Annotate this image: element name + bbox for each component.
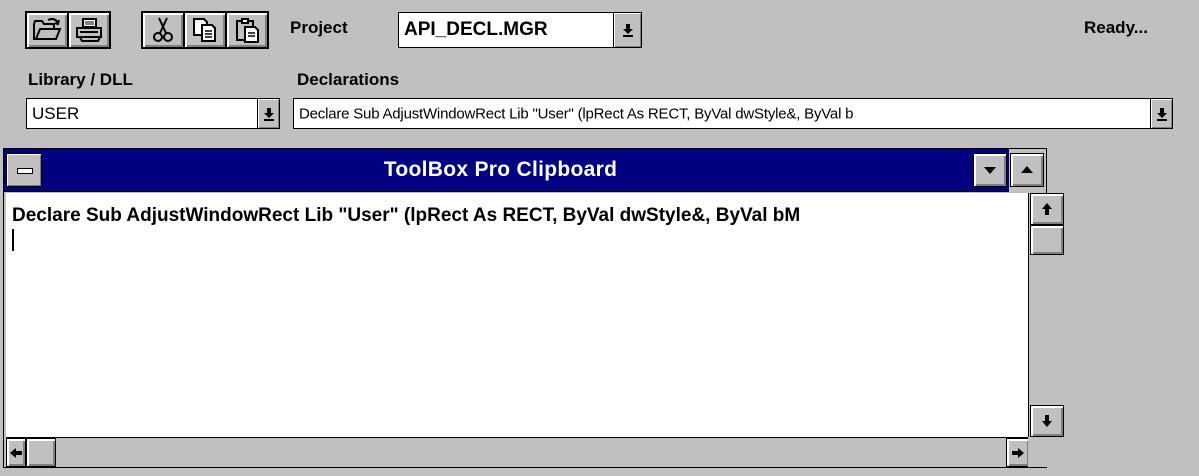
- print-icon: [76, 18, 102, 42]
- cut-button[interactable]: [141, 11, 185, 49]
- declarations-label: Declarations: [297, 70, 400, 89]
- declarations-dropdown-button[interactable]: [1150, 99, 1172, 128]
- open-button[interactable]: [25, 11, 69, 49]
- paste-icon: [236, 18, 259, 43]
- minimize-button[interactable]: [973, 153, 1007, 187]
- clipboard-text: Declare Sub AdjustWindowRect Lib "User" …: [12, 205, 801, 226]
- horizontal-scroll-thumb[interactable]: [26, 438, 56, 467]
- clipboard-window: ToolBox Pro Clipboard Declare Sub Adjust…: [3, 148, 1064, 468]
- maximize-button[interactable]: [1010, 153, 1044, 187]
- dropdown-arrow-icon: [622, 24, 633, 37]
- scrollbar-corner: [1028, 437, 1064, 467]
- scroll-left-button[interactable]: [6, 438, 26, 467]
- scroll-down-button[interactable]: [1030, 405, 1064, 437]
- project-label: Project: [290, 18, 348, 37]
- project-select[interactable]: API_DECL.MGR: [398, 12, 642, 48]
- system-menu-button[interactable]: [6, 153, 42, 187]
- copy-icon: [193, 18, 216, 42]
- vertical-scroll-thumb[interactable]: [1030, 225, 1064, 255]
- declarations-select[interactable]: Declare Sub AdjustWindowRect Lib "User" …: [293, 98, 1173, 129]
- scroll-up-button[interactable]: [1030, 193, 1064, 225]
- down-arrow-icon: [1042, 415, 1052, 427]
- horizontal-scrollbar[interactable]: [6, 437, 1030, 467]
- library-select-value: USER: [32, 103, 80, 123]
- left-arrow-icon: [10, 447, 22, 458]
- library-select[interactable]: USER: [26, 98, 280, 129]
- print-button[interactable]: [67, 11, 111, 49]
- dropdown-arrow-icon: [1156, 107, 1167, 121]
- dropdown-arrow-icon: [263, 107, 274, 121]
- cut-icon: [153, 17, 173, 42]
- library-label: Library / DLL: [28, 70, 133, 89]
- up-triangle-icon: [1021, 166, 1033, 173]
- paste-button[interactable]: [225, 11, 269, 49]
- project-dropdown-button[interactable]: [613, 13, 641, 47]
- right-arrow-icon: [1012, 447, 1024, 458]
- up-arrow-icon: [1042, 203, 1052, 215]
- project-select-value: API_DECL.MGR: [404, 19, 548, 40]
- text-caret: [12, 229, 14, 251]
- clipboard-text-area[interactable]: Declare Sub AdjustWindowRect Lib "User" …: [6, 193, 1030, 437]
- status-text: Ready...: [1084, 18, 1148, 37]
- copy-button[interactable]: [183, 11, 227, 49]
- clipboard-title-bar[interactable]: ToolBox Pro Clipboard: [4, 149, 1009, 192]
- open-folder-icon: [33, 18, 62, 40]
- scroll-right-button[interactable]: [1006, 438, 1030, 467]
- vertical-scrollbar[interactable]: [1028, 193, 1064, 437]
- clipboard-title: ToolBox Pro Clipboard: [383, 158, 618, 181]
- declarations-select-value: Declare Sub AdjustWindowRect Lib "User" …: [299, 105, 854, 122]
- down-triangle-icon: [984, 167, 996, 174]
- library-dropdown-button[interactable]: [257, 99, 279, 128]
- system-menu-icon: [17, 168, 33, 174]
